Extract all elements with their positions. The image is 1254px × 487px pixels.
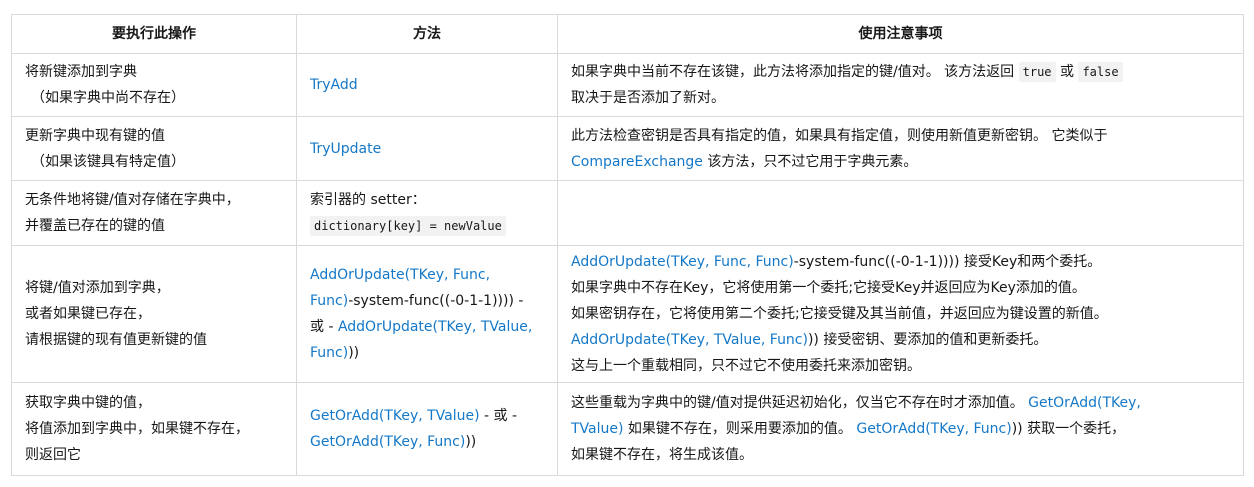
action-cell: 将新键添加到字典 （如果字典中尚不存在） [11, 53, 297, 117]
method-text: )) [465, 434, 477, 450]
notes-text: )) 获取一个委托， [1011, 421, 1126, 437]
notes-text: -system-func((-0-1-1)))) 接受Key和两个委托。 [793, 254, 1102, 270]
header-method: 方法 [296, 14, 558, 54]
addorupdate-func-link[interactable]: Func) [310, 293, 348, 309]
notes-text: 如果键不存在，则采用要添加的值。 [623, 421, 857, 437]
getoradd-func-link[interactable]: GetOrAdd(TKey, Func) [856, 421, 1011, 437]
action-line: （如果字典中尚不存在） [31, 90, 185, 106]
notes-text: 如果键不存在，将生成该值。 [571, 447, 753, 463]
action-line: 则返回它 [25, 447, 81, 463]
notes-text: )) 接受密钥、要添加的值和更新委托。 [807, 332, 1048, 348]
method-cell: GetOrAdd(TKey, TValue) - 或 - GetOrAdd(TK… [296, 382, 558, 476]
getoradd-tvalue-link[interactable]: GetOrAdd(TKey, [1028, 395, 1141, 411]
tryadd-link[interactable]: TryAdd [310, 77, 358, 93]
table-row: 将键/值对添加到字典， 或者如果键已存在， 请根据键的现有值更新键的值 AddO… [11, 245, 1244, 383]
method-cell: 索引器的 setter： dictionary[key] = newValue [296, 180, 558, 246]
method-text: 或 - [310, 319, 338, 335]
notes-cell: 这些重载为字典中的键/值对提供延迟初始化，仅当它不存在时才添加值。 GetOrA… [557, 382, 1244, 476]
notes-text: 如果字典中不存在Key，它将使用第一个委托;它接受Key并返回应为Key添加的值… [571, 280, 1086, 296]
action-line: 无条件地将键/值对存储在字典中， [25, 192, 240, 208]
table-header-row: 要执行此操作 方法 使用注意事项 [11, 14, 1244, 54]
notes-text: 该方法，只不过它用于字典元素。 [702, 153, 918, 170]
action-line: 更新字典中现有键的值 [25, 127, 165, 144]
addorupdate-tvalue-link[interactable]: AddOrUpdate(TKey, TValue, [338, 319, 532, 335]
notes-text: 此方法检查密钥是否具有指定的值，如果具有指定值，则使用新值更新密钥。 它类似于 [571, 127, 1108, 144]
notes-cell: 此方法检查密钥是否具有指定的值，如果具有指定值，则使用新值更新密钥。 它类似于 … [557, 116, 1244, 181]
action-line: 将值添加到字典中，如果键不存在， [25, 421, 249, 437]
method-cell: TryAdd [296, 53, 558, 117]
code-false: false [1078, 62, 1123, 82]
addorupdate-tvalue-link[interactable]: Func) [310, 345, 348, 361]
notes-text: 这些重载为字典中的键/值对提供延迟初始化，仅当它不存在时才添加值。 [571, 395, 1029, 411]
notes-text: 如果字典中当前不存在该键，此方法将添加指定的键/值对。 该方法返回 [571, 64, 1019, 80]
table-row: 将新键添加到字典 （如果字典中尚不存在） TryAdd 如果字典中当前不存在该键… [11, 53, 1244, 117]
method-cell: TryUpdate [296, 116, 558, 181]
table-row: 无条件地将键/值对存储在字典中， 并覆盖已存在的键的值 索引器的 setter：… [11, 180, 1244, 246]
action-cell: 更新字典中现有键的值 （如果该键具有特定值） [11, 116, 297, 181]
notes-cell: AddOrUpdate(TKey, Func, Func)-system-fun… [557, 245, 1244, 383]
action-line: 将新键添加到字典 [25, 64, 137, 80]
notes-cell: 如果字典中当前不存在该键，此方法将添加指定的键/值对。 该方法返回 true 或… [557, 53, 1244, 117]
notes-cell [557, 180, 1244, 246]
method-text: 索引器的 setter： [310, 192, 426, 208]
header-notes: 使用注意事项 [557, 14, 1244, 54]
getoradd-func-link[interactable]: GetOrAdd(TKey, Func) [310, 434, 465, 450]
action-cell: 无条件地将键/值对存储在字典中， 并覆盖已存在的键的值 [11, 180, 297, 246]
table-row: 更新字典中现有键的值 （如果该键具有特定值） TryUpdate 此方法检查密钥… [11, 116, 1244, 181]
action-line: 或者如果键已存在， [25, 306, 151, 322]
code-true: true [1018, 62, 1056, 82]
notes-text: 取决于是否添加了新对。 [571, 90, 725, 106]
addorupdate-func-link[interactable]: AddOrUpdate(TKey, Func, [310, 267, 490, 283]
action-cell: 将键/值对添加到字典， 或者如果键已存在， 请根据键的现有值更新键的值 [11, 245, 297, 383]
tryupdate-link[interactable]: TryUpdate [310, 141, 381, 157]
compareexchange-link[interactable]: CompareExchange [571, 154, 703, 170]
notes-text: 这与上一个重载相同，只不过它不使用委托来添加密钥。 [571, 358, 921, 374]
addorupdate-func-link[interactable]: AddOrUpdate(TKey, Func, Func) [571, 254, 794, 270]
concurrent-dictionary-methods-table: 要执行此操作 方法 使用注意事项 将新键添加到字典 （如果字典中尚不存在） Tr… [11, 14, 1244, 476]
method-text: )) [348, 345, 360, 361]
method-text: - 或 - [479, 408, 518, 424]
getoradd-tvalue-link[interactable]: GetOrAdd(TKey, TValue) [310, 408, 480, 424]
method-cell: AddOrUpdate(TKey, Func, Func)-system-fun… [296, 245, 558, 383]
action-line: 将键/值对添加到字典， [25, 280, 170, 296]
content-area: 要执行此操作 方法 使用注意事项 将新键添加到字典 （如果字典中尚不存在） Tr… [11, 14, 1244, 476]
header-action: 要执行此操作 [11, 14, 297, 54]
notes-text: 或 [1055, 64, 1079, 80]
method-text: -system-func((-0-1-1)))) - [348, 293, 524, 309]
action-cell: 获取字典中键的值， 将值添加到字典中，如果键不存在， 则返回它 [11, 382, 297, 476]
action-line: 获取字典中键的值， [25, 395, 151, 411]
indexer-code: dictionary[key] = newValue [310, 216, 506, 236]
action-line: （如果该键具有特定值） [31, 153, 185, 170]
getoradd-tvalue-link[interactable]: TValue) [571, 421, 623, 437]
notes-text: 如果密钥存在，它将使用第二个委托;它接受键及其当前值，并返回应为键设置的新值。 [571, 306, 1108, 322]
table-row: 获取字典中键的值， 将值添加到字典中，如果键不存在， 则返回它 GetOrAdd… [11, 382, 1244, 476]
addorupdate-tvalue-link[interactable]: AddOrUpdate(TKey, TValue, Func) [571, 332, 808, 348]
action-line: 并覆盖已存在的键的值 [25, 218, 165, 234]
action-line: 请根据键的现有值更新键的值 [25, 332, 207, 348]
